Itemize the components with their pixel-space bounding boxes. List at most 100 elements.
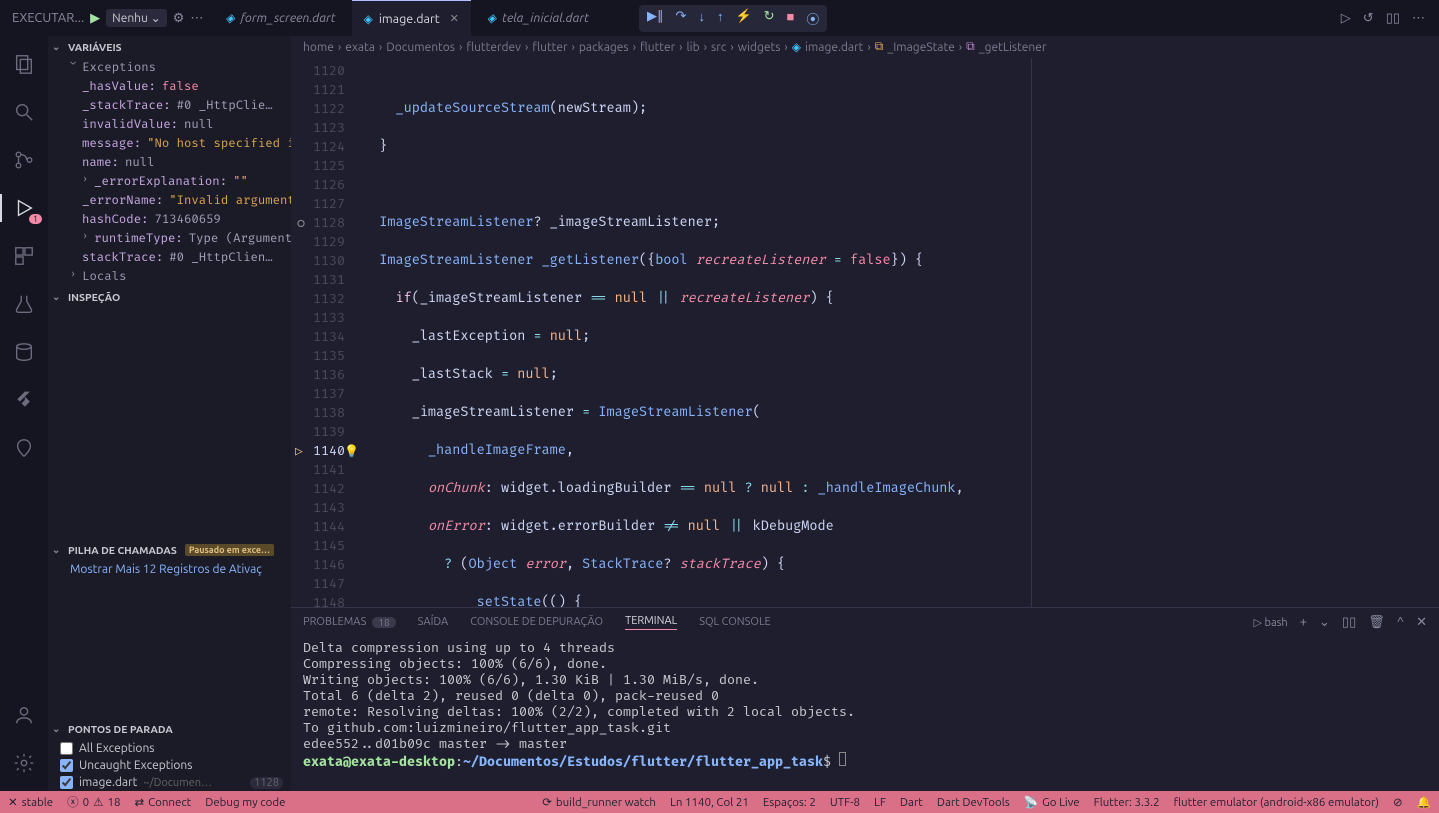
tab-output[interactable]: SAÍDA [418, 616, 449, 628]
status-stable[interactable]: ✕ stable [8, 795, 53, 809]
restart-icon[interactable]: ↻ [764, 9, 775, 28]
status-prettier-icon[interactable]: ⊘ [1393, 795, 1403, 809]
maximize-icon[interactable]: ^ [1397, 615, 1404, 629]
section-watch[interactable]: ⌄INSPEÇÃO [48, 286, 291, 308]
start-debug-icon[interactable]: ▶ [90, 11, 100, 26]
tab-debug-console[interactable]: CONSOLE DE DEPURAÇÃO [470, 616, 603, 628]
testing-icon[interactable] [0, 284, 48, 324]
explorer-icon[interactable] [0, 44, 48, 84]
checkbox[interactable] [60, 776, 73, 789]
stop-icon[interactable]: ■ [787, 9, 795, 28]
debug-config-dropdown[interactable]: Nenhu ⌄ [106, 9, 167, 27]
tab-problems[interactable]: PROBLEMAS 18 [303, 616, 396, 628]
crumb[interactable]: flutterdev [466, 41, 521, 54]
tab-form-screen[interactable]: ◈ form_screen.dart [213, 0, 347, 36]
history-icon[interactable]: ↺ [1363, 11, 1374, 26]
chevron-down-icon[interactable]: ⌄ [1319, 615, 1330, 630]
section-callstack[interactable]: ⌄PILHA DE CHAMADAS Pausado em exce… [48, 539, 291, 561]
source-control-icon[interactable] [0, 140, 48, 180]
status-cursor-pos[interactable]: Ln 1140, Col 21 [670, 796, 749, 809]
database-icon[interactable] [0, 332, 48, 372]
tab-sql-console[interactable]: SQL CONSOLE [699, 616, 771, 628]
flutter-icon[interactable] [0, 380, 48, 420]
status-connect[interactable]: ⇄ Connect [134, 795, 191, 809]
status-spaces[interactable]: Espaços: 2 [763, 796, 816, 809]
status-bell-icon[interactable]: 🔔 [1417, 795, 1431, 809]
crumb[interactable]: widgets [738, 41, 781, 54]
checkbox[interactable] [60, 742, 73, 755]
bp-line: 1128 [250, 777, 283, 789]
variable-row[interactable]: _stackTrace: #0 _HttpClie… [48, 96, 291, 115]
variable-group[interactable]: ⌄Exceptions [48, 58, 291, 77]
section-breakpoints[interactable]: ⌄PONTOS DE PARADA [48, 718, 291, 740]
gear-icon[interactable]: ⚙ [173, 11, 185, 26]
variable-row[interactable]: message: "No host specified in… [48, 134, 291, 153]
variable-group[interactable]: ›Locals [48, 267, 291, 286]
crumb[interactable]: flutter [532, 41, 567, 54]
status-devtools[interactable]: Dart DevTools [937, 796, 1010, 809]
status-build-runner[interactable]: ⟳ build_runner watch [542, 795, 656, 809]
crumb[interactable]: exata [345, 41, 375, 54]
crumb[interactable]: Documentos [386, 41, 455, 54]
status-language[interactable]: Dart [900, 796, 923, 809]
breakpoint-uncaught[interactable]: Uncaught Exceptions [48, 757, 291, 774]
crumb[interactable]: _getListener [979, 41, 1047, 54]
variable-row[interactable]: ›_errorExplanation: "" [48, 172, 291, 191]
more-icon[interactable]: ⋯ [190, 11, 203, 26]
status-eol[interactable]: LF [874, 796, 886, 809]
variable-row[interactable]: _hasValue: false [48, 77, 291, 96]
section-variables[interactable]: ⌄VARIÁVEIS [48, 36, 291, 58]
variable-row[interactable]: name: null [48, 153, 291, 172]
crumb[interactable]: image.dart [805, 41, 863, 54]
variable-row[interactable]: _errorName: "Invalid argument(… [48, 191, 291, 210]
crumb[interactable]: home [303, 41, 334, 54]
status-errors[interactable]: ⓧ 0 ⚠ 18 [67, 794, 120, 810]
trash-icon[interactable]: 🗑 [1368, 615, 1385, 630]
breakpoint-file[interactable]: image.dart ~/Documen… 1128 [48, 774, 291, 791]
debug-icon[interactable]: 1 [0, 188, 48, 228]
split-terminal-icon[interactable]: ▯▯ [1342, 615, 1356, 630]
step-over-icon[interactable]: ↷ [676, 9, 687, 28]
variable-row[interactable]: invalidValue: null [48, 115, 291, 134]
show-more-frames[interactable]: Mostrar Mais 12 Registros de Ativaç [48, 561, 291, 578]
continue-icon[interactable]: ▶∥ [647, 9, 664, 28]
crumb[interactable]: lib [687, 41, 700, 54]
breakpoint-all-exceptions[interactable]: All Exceptions [48, 740, 291, 757]
tab-terminal[interactable]: TERMINAL [625, 615, 677, 630]
close-icon[interactable]: ✕ [450, 12, 459, 25]
search-icon[interactable] [0, 92, 48, 132]
hot-reload-icon[interactable]: ⚡ [735, 9, 751, 28]
crumb[interactable]: src [711, 41, 726, 54]
new-terminal-icon[interactable]: + [1300, 615, 1307, 629]
more-actions-icon[interactable]: ⋯ [1412, 11, 1425, 26]
split-icon[interactable]: ▯▯ [1386, 11, 1400, 26]
terminal-content[interactable]: Delta compression using up to 4 threads … [291, 636, 1439, 791]
step-out-icon[interactable]: ↑ [717, 9, 724, 28]
variable-row[interactable]: ›runtimeType: Type (ArgumentErr… [48, 229, 291, 248]
status-device[interactable]: flutter emulator (android-x86 emulator) [1174, 796, 1379, 809]
tab-image-dart[interactable]: ◈ image.dart ✕ [352, 0, 471, 36]
terminal-line: remote: Resolving deltas: 100% (2/2), co… [303, 704, 1427, 720]
status-encoding[interactable]: UTF-8 [830, 796, 860, 809]
tab-tela-inicial[interactable]: ◈ tela_inicial.dart [475, 0, 601, 36]
accounts-icon[interactable] [0, 695, 48, 735]
crumb[interactable]: packages [579, 41, 629, 54]
status-flutter-version[interactable]: Flutter: 3.3.2 [1094, 796, 1160, 809]
crumb[interactable]: _ImageState [887, 41, 954, 54]
status-go-live[interactable]: 📡 Go Live [1024, 795, 1080, 809]
close-panel-icon[interactable]: ✕ [1416, 615, 1427, 630]
extensions-icon[interactable] [0, 236, 48, 276]
crumb[interactable]: flutter [640, 41, 675, 54]
step-into-icon[interactable]: ↓ [698, 9, 705, 28]
variable-row[interactable]: hashCode: 713460659 [48, 210, 291, 229]
status-debug-target[interactable]: Debug my code [205, 796, 285, 809]
cloud-icon[interactable] [0, 428, 48, 468]
code-content[interactable]: _updateSourceStream(newStream); } ImageS… [359, 58, 1425, 607]
inspector-icon[interactable]: ⦿ [806, 9, 819, 28]
checkbox[interactable] [60, 759, 73, 772]
terminal-shell[interactable]: ▷ bash [1254, 616, 1288, 629]
settings-icon[interactable] [0, 743, 48, 783]
run-icon[interactable]: ▷ [1341, 11, 1351, 26]
minimap[interactable] [1425, 58, 1439, 607]
variable-row[interactable]: stackTrace: #0 _HttpClien… [48, 248, 291, 267]
